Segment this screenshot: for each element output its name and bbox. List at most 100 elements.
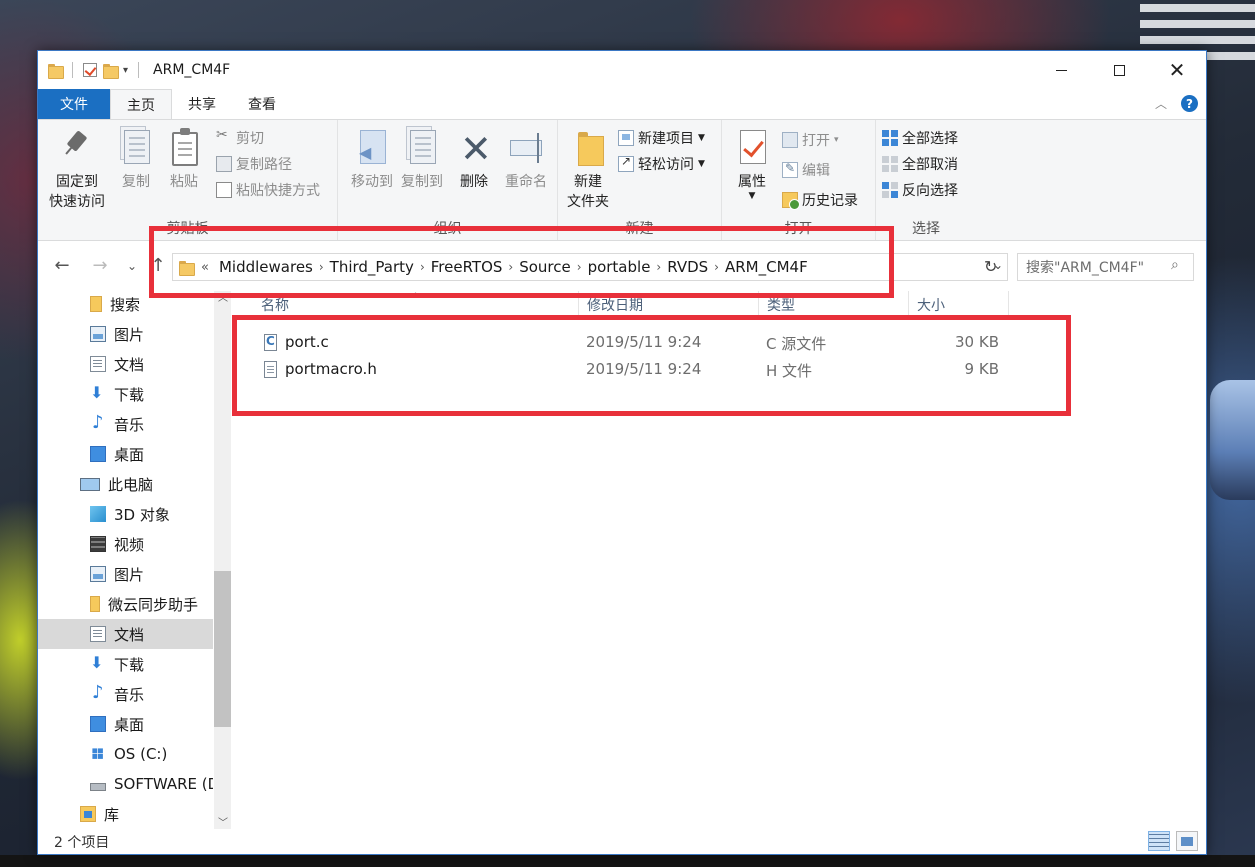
nav-item-documents-2[interactable]: 文档 [38, 619, 213, 649]
paste-shortcut-button[interactable]: 粘贴快捷方式 [216, 178, 320, 202]
column-header-type[interactable]: 类型 [759, 291, 909, 319]
invert-selection-label: 反向选择 [902, 183, 958, 199]
nav-item-3d-objects[interactable]: 3D 对象 [38, 499, 213, 529]
address-bar[interactable]: « Middlewares › Third_Party › FreeRTOS ›… [172, 253, 1008, 281]
breadcrumb-portable[interactable]: portable [582, 258, 657, 276]
large-icons-view-button[interactable] [1176, 831, 1198, 851]
paste-button[interactable]: 粘贴 [154, 128, 214, 192]
nav-item-label: 此电脑 [108, 475, 154, 494]
breadcrumb-middlewares[interactable]: Middlewares [213, 258, 319, 276]
tab-file[interactable]: 文件 [38, 89, 110, 119]
navigation-pane: 搜索 图片 文档 下载 音乐 桌面 ⌄ 此电脑 3D 对象 [38, 291, 231, 829]
copy-to-button[interactable]: 复制到 [392, 126, 452, 192]
nav-item-desktop-2[interactable]: 桌面 [38, 709, 213, 739]
pin-to-quick-access-button[interactable]: 固定到 快速访问 [44, 128, 110, 212]
nav-item-software-d[interactable]: SOFTWARE (D [38, 769, 213, 799]
breadcrumb-source[interactable]: Source [513, 258, 577, 276]
close-button[interactable]: ✕ [1148, 51, 1206, 89]
file-modified: 2019/5/11 9:24 [586, 333, 702, 351]
nav-item-downloads[interactable]: 下载 [38, 379, 213, 409]
open-button[interactable]: 打开 ▾ [782, 128, 839, 152]
properties-quick-icon[interactable] [83, 63, 97, 77]
nav-item-label: 搜索 [110, 295, 141, 314]
recent-locations-chevron-icon[interactable]: ⌄ [120, 259, 144, 273]
copy-path-button[interactable]: 复制路径 [216, 152, 292, 176]
taskbar-edge [0, 855, 1255, 867]
nav-item-music[interactable]: 音乐 [38, 409, 213, 439]
scissors-icon [216, 127, 232, 146]
up-arrow-icon[interactable]: ↑ [146, 255, 170, 276]
column-header-size[interactable]: 大小 [909, 291, 1009, 319]
breadcrumb-overflow[interactable]: « [201, 260, 209, 275]
edit-button[interactable]: 编辑 [782, 158, 830, 182]
scrollbar-thumb[interactable] [214, 571, 231, 727]
nav-item-documents[interactable]: 文档 [38, 349, 213, 379]
easy-access-button[interactable]: 轻松访问 ▼ [618, 152, 705, 176]
customize-toolbar-chevron-icon[interactable]: ▾ [123, 65, 128, 76]
select-none-label: 全部取消 [902, 157, 958, 173]
forward-arrow-icon[interactable]: → [88, 255, 112, 276]
open-group: 属性 ▼ 打开 ▾ 编辑 历史记录 打开 [722, 120, 876, 240]
column-header-modified[interactable]: 修改日期 [579, 291, 759, 319]
tab-home[interactable]: 主页 [110, 89, 172, 120]
history-button[interactable]: 历史记录 [782, 188, 858, 212]
breadcrumb-arm-cm4f[interactable]: ARM_CM4F [719, 258, 814, 276]
column-header-name[interactable]: 名称 [253, 291, 579, 319]
paste-shortcut-icon [216, 182, 232, 198]
file-size: 30 KB [955, 333, 999, 351]
nav-pane-scrollbar[interactable]: ︿ ﹀ [214, 291, 231, 829]
collapse-ribbon-chevron-icon[interactable]: ︿ [1155, 95, 1167, 112]
nav-item-this-pc[interactable]: 此电脑 [38, 469, 213, 499]
music-icon [90, 682, 106, 703]
delete-button[interactable]: ✕ 删除 [446, 128, 502, 192]
scroll-up-chevron-icon[interactable]: ︿ [218, 289, 228, 304]
toolbar-divider [138, 62, 140, 78]
nav-item-libraries[interactable]: 库 [38, 799, 213, 829]
history-icon [782, 192, 800, 210]
nav-item-desktop[interactable]: 桌面 [38, 439, 213, 469]
file-row-port-c[interactable]: port.c 2019/5/11 9:24 C 源文件 30 KB [259, 329, 1019, 356]
edit-icon [782, 161, 798, 178]
downloads-icon [90, 653, 106, 672]
dropdown-chevron-icon: ▾ [834, 135, 839, 145]
invert-selection-button[interactable]: 反向选择 [882, 178, 958, 202]
search-icon[interactable]: ⌕ [1171, 257, 1179, 273]
nav-item-pictures-2[interactable]: 图片 [38, 559, 213, 589]
nav-item-videos[interactable]: 视频 [38, 529, 213, 559]
clipboard-group: 固定到 快速访问 复制 粘贴 剪切 复制路径 粘贴快捷方式 [38, 120, 338, 240]
select-none-button[interactable]: 全部取消 [882, 152, 958, 176]
properties-button[interactable]: 属性 ▼ [722, 128, 782, 201]
breadcrumb-third-party[interactable]: Third_Party [324, 258, 420, 276]
search-input[interactable]: 搜索"ARM_CM4F" [1017, 253, 1194, 281]
organize-group: 移动到 复制到 ✕ 删除 重命名 组织 [338, 120, 558, 240]
refresh-icon[interactable]: ↻ [984, 257, 997, 276]
scroll-down-chevron-icon[interactable]: ﹀ [218, 814, 228, 829]
nav-item-pictures[interactable]: 图片 [38, 319, 213, 349]
maximize-button[interactable] [1090, 51, 1148, 89]
new-item-button[interactable]: 新建项目 ▼ [618, 126, 705, 150]
breadcrumb-rvds[interactable]: RVDS [661, 258, 714, 276]
file-row-portmacro-h[interactable]: portmacro.h 2019/5/11 9:24 H 文件 9 KB [259, 356, 1019, 383]
tab-share[interactable]: 共享 [172, 89, 232, 119]
rename-button[interactable]: 重命名 [496, 128, 556, 192]
help-icon[interactable]: ? [1181, 95, 1198, 112]
nav-item-search[interactable]: 搜索 [38, 291, 213, 319]
new-folder-button[interactable]: 新建 文件夹 [558, 128, 618, 212]
desktop-icon [90, 716, 106, 732]
details-view-button[interactable] [1148, 831, 1170, 851]
nav-item-weiyun-sync[interactable]: 微云同步助手 [38, 589, 213, 619]
new-folder-quick-icon[interactable] [103, 63, 119, 79]
nav-item-label: 库 [104, 805, 120, 824]
nav-item-downloads-2[interactable]: 下载 [38, 649, 213, 679]
pictures-icon [90, 566, 106, 582]
nav-item-os-c[interactable]: OS (C:) [38, 739, 213, 769]
breadcrumb-freertos[interactable]: FreeRTOS [425, 258, 509, 276]
item-count: 2 个项目 [54, 835, 110, 851]
clipboard-group-label: 剪贴板 [166, 221, 209, 237]
nav-item-music-2[interactable]: 音乐 [38, 679, 213, 709]
tab-view[interactable]: 查看 [232, 89, 292, 119]
cut-button[interactable]: 剪切 [216, 126, 264, 150]
select-all-button[interactable]: 全部选择 [882, 126, 958, 150]
back-arrow-icon[interactable]: ← [50, 255, 74, 276]
minimize-button[interactable] [1032, 51, 1090, 89]
